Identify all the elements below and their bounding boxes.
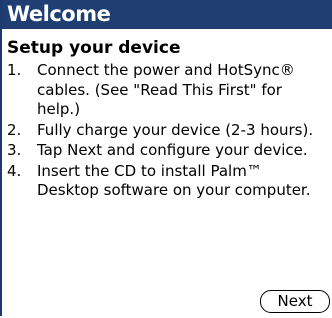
screen-title: Welcome	[7, 2, 111, 26]
step-number: 1.	[7, 61, 22, 79]
step-text: Connect the power and HotSync® cables. (…	[37, 61, 295, 118]
setup-step-1: 1. Connect the power and HotSync® cables…	[7, 61, 327, 120]
welcome-screen: Welcome Setup your device 1. Connect the…	[0, 0, 332, 316]
setup-steps-list: 1. Connect the power and HotSync® cables…	[7, 61, 327, 202]
next-button[interactable]: Next	[260, 290, 330, 313]
step-number: 3.	[7, 141, 22, 159]
section-heading: Setup your device	[7, 38, 181, 58]
setup-step-2: 2. Fully charge your device (2-3 hours).	[7, 121, 327, 141]
setup-step-3: 3. Tap Next and configure your device.	[7, 141, 327, 161]
title-bar: Welcome	[2, 0, 332, 29]
step-number: 4.	[7, 161, 22, 180]
step-text: Insert the CD to install Palm™ Desktop s…	[37, 161, 311, 200]
step-number: 2.	[7, 120, 22, 139]
step-text: Fully charge your device (2-3 hours).	[37, 120, 314, 139]
step-text: Tap Next and configure your device.	[37, 141, 308, 159]
setup-step-4: 4. Insert the CD to install Palm™ Deskto…	[7, 162, 327, 201]
